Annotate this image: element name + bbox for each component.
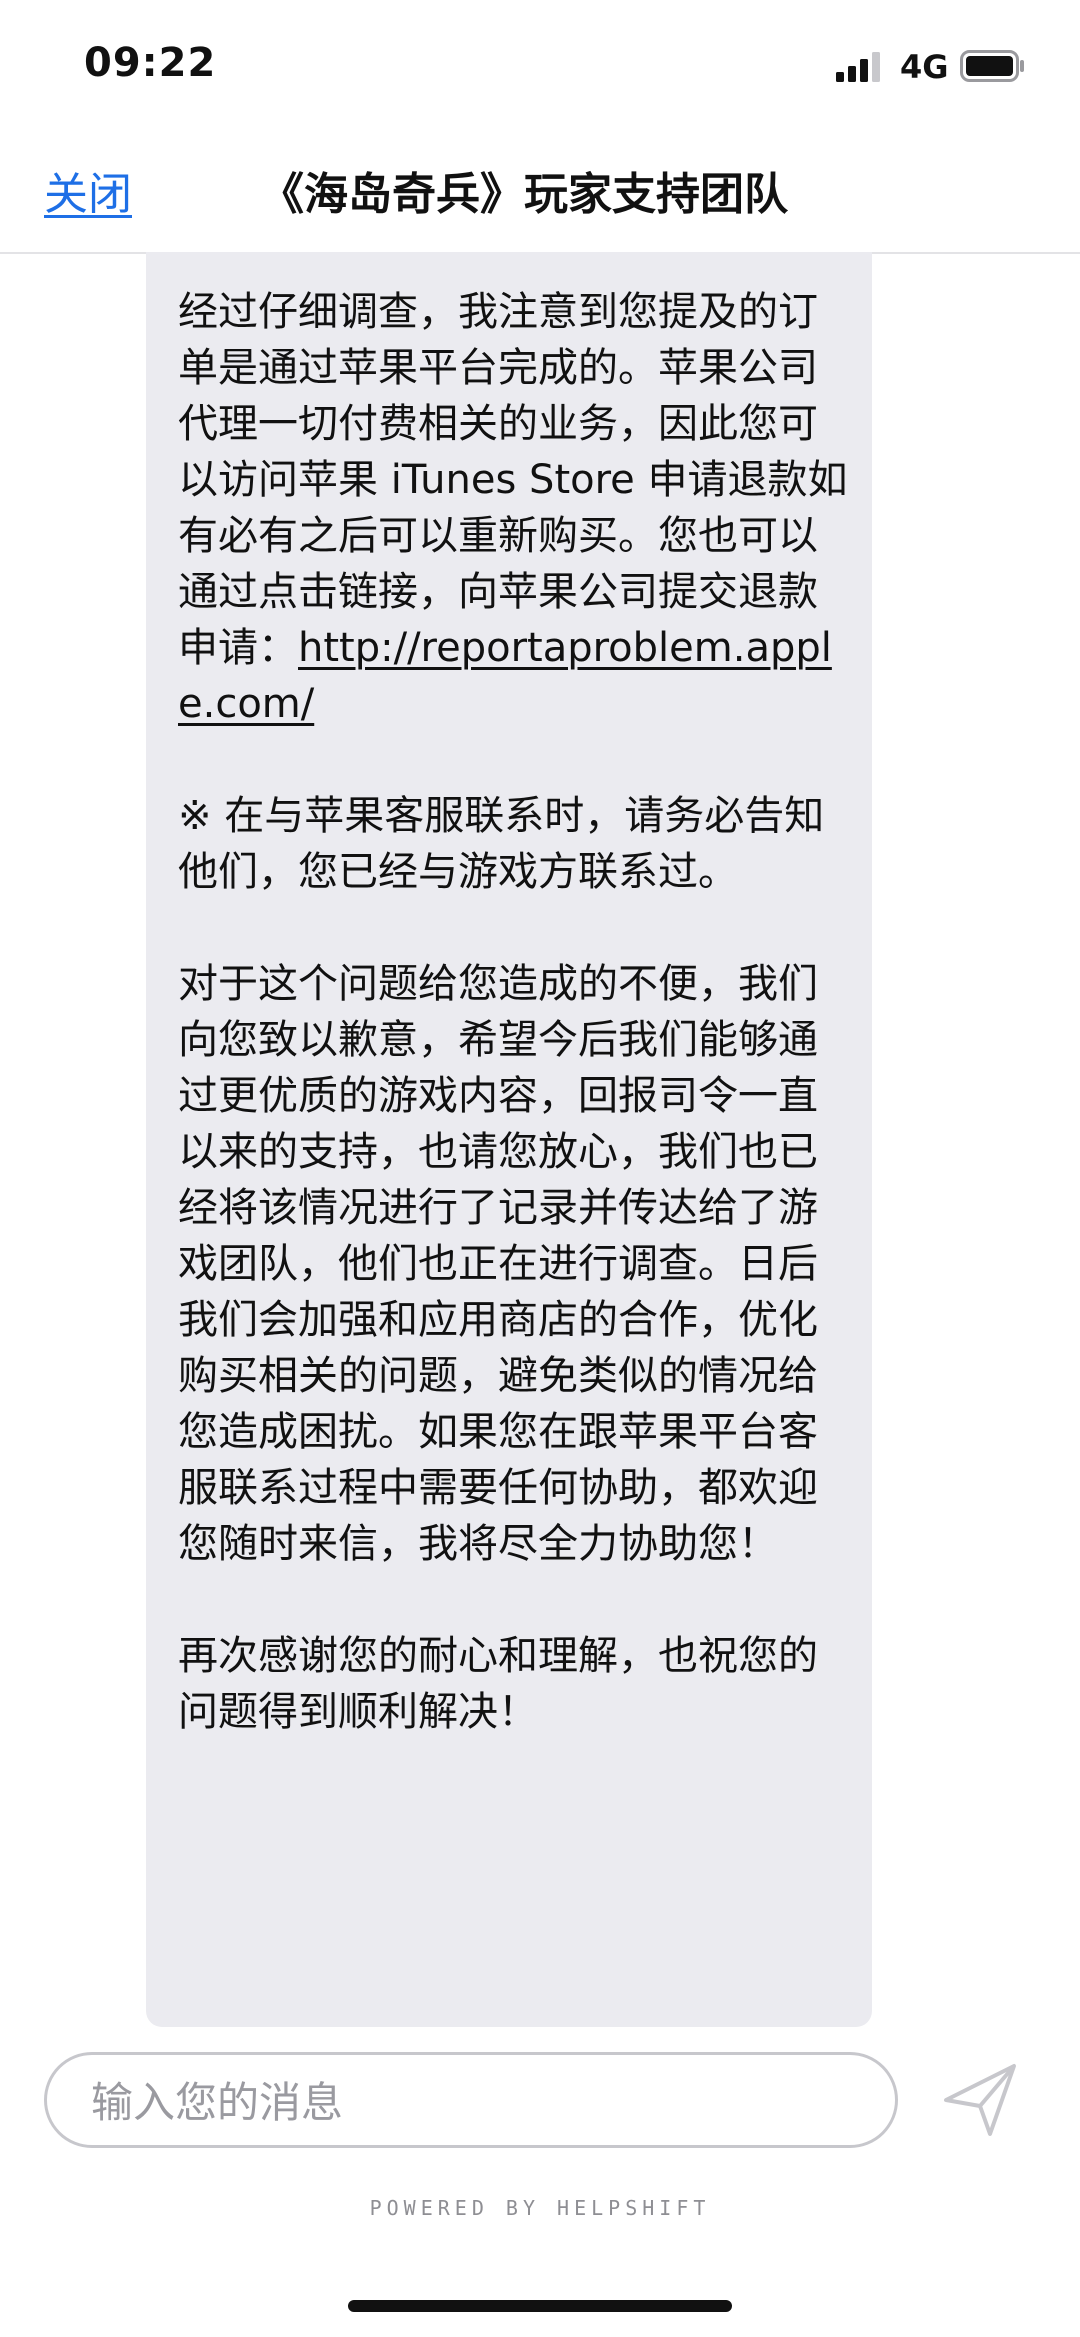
message-paragraph-2: ※ 在与苹果客服联系时，请务必告知他们，您已经与游戏方联系过。 bbox=[178, 793, 825, 895]
message-bubble: 经过仔细调查，我注意到您提及的订单是通过苹果平台完成的。苹果公司代理一切付费相关… bbox=[146, 252, 872, 2027]
message-body: 经过仔细调查，我注意到您提及的订单是通过苹果平台完成的。苹果公司代理一切付费相关… bbox=[178, 284, 848, 1796]
message-paragraph-1: 经过仔细调查，我注意到您提及的订单是通过苹果平台完成的。苹果公司代理一切付费相关… bbox=[178, 284, 848, 732]
status-time: 09:22 bbox=[84, 40, 217, 86]
powered-by-label: POWERED BY HELPSHIFT bbox=[369, 2196, 711, 2220]
status-bar: 09:22 4G bbox=[0, 0, 1080, 130]
message-paragraph-4: 再次感谢您的耐心和理解，也祝您的问题得到顺利解决！ bbox=[178, 1633, 818, 1735]
message-input[interactable] bbox=[89, 2073, 853, 2131]
send-icon[interactable] bbox=[940, 2060, 1020, 2140]
message-paragraph-3: 对于这个问题给您造成的不便，我们向您致以歉意，希望今后我们能够通过更优质的游戏内… bbox=[178, 961, 818, 1567]
message-composer bbox=[44, 2052, 898, 2148]
signal-icon bbox=[836, 52, 880, 82]
battery-icon bbox=[960, 50, 1024, 82]
message-text: 经过仔细调查，我注意到您提及的订单是通过苹果平台完成的。苹果公司代理一切付费相关… bbox=[178, 289, 848, 671]
nav-bar: 关闭 《海岛奇兵》玩家支持团队 bbox=[0, 130, 1080, 254]
network-type: 4G bbox=[900, 48, 949, 86]
page-title: 《海岛奇兵》玩家支持团队 bbox=[260, 169, 788, 220]
close-button[interactable]: 关闭 bbox=[44, 158, 132, 222]
home-indicator bbox=[348, 2300, 732, 2312]
